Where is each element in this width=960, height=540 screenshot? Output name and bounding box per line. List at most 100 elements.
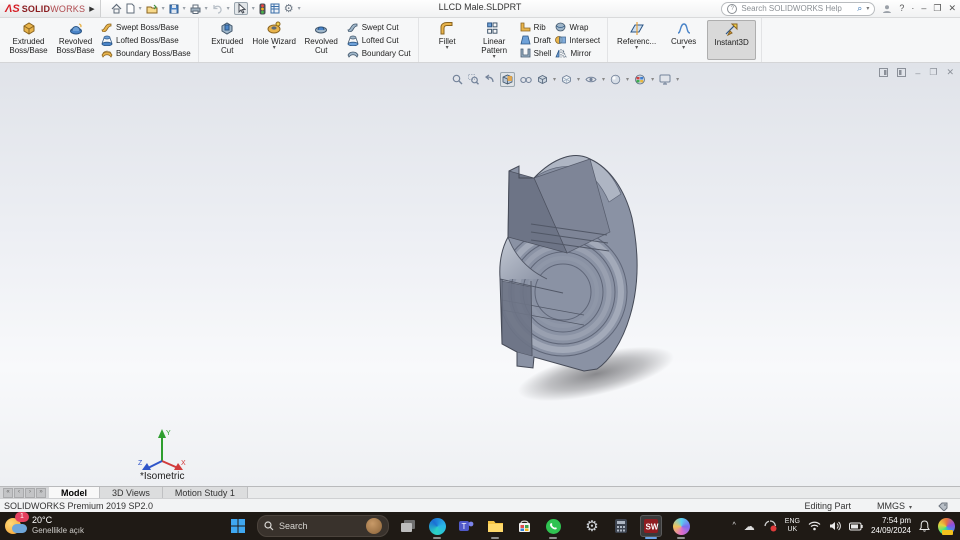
- edit-appearance-icon[interactable]: [610, 74, 621, 85]
- boundary-boss-base-button[interactable]: Boundary Boss/Base: [101, 48, 191, 58]
- tab-prev-button[interactable]: ‹: [14, 488, 24, 498]
- calculator-icon[interactable]: [611, 516, 631, 536]
- extruded-boss-base-button[interactable]: Extruded Boss/Base: [5, 20, 52, 60]
- tray-chevron-icon[interactable]: ^: [732, 522, 735, 530]
- graphics-viewport[interactable]: ▾ ▾ ▾ ▾ ▾ ▾ – ❐ ✕ Y X Z *Isometric: [0, 63, 960, 486]
- restore-button[interactable]: ❐: [933, 1, 941, 16]
- hide-show-items-icon[interactable]: [585, 75, 597, 84]
- weather-widget[interactable]: 1 20°C Genellikle açık: [5, 512, 84, 536]
- model-llcd-male[interactable]: [468, 140, 678, 410]
- task-view-icon[interactable]: [398, 516, 418, 536]
- reference-geometry-button[interactable]: Referenc... ▾: [613, 20, 660, 60]
- instant3d-button[interactable]: Instant3D: [707, 20, 757, 60]
- menu-flyout-arrow[interactable]: ▶: [89, 5, 94, 13]
- tab-first-button[interactable]: «: [3, 488, 13, 498]
- solidworks-icon[interactable]: SW: [640, 515, 662, 539]
- apply-scene-icon[interactable]: [634, 74, 646, 85]
- options-gear-icon[interactable]: ⚙: [284, 2, 294, 15]
- tab-last-button[interactable]: »: [36, 488, 46, 498]
- lofted-boss-base-button[interactable]: Lofted Boss/Base: [101, 35, 191, 46]
- curves-button[interactable]: Curves ▾: [660, 20, 707, 60]
- dropdown-caret[interactable]: ▾: [676, 76, 679, 83]
- tab-next-button[interactable]: ›: [25, 488, 35, 498]
- doc-restore-button[interactable]: ❐: [929, 67, 937, 78]
- dynamic-annotation-icon[interactable]: [520, 75, 532, 85]
- settings-icon[interactable]: ⚙: [582, 516, 602, 536]
- revolved-boss-base-button[interactable]: Revolved Boss/Base: [52, 20, 99, 60]
- zoom-fit-icon[interactable]: [452, 74, 463, 85]
- dropdown-caret[interactable]: ▾: [493, 54, 496, 60]
- fillet-button[interactable]: Fillet ▾: [424, 20, 471, 60]
- help-search-box[interactable]: ? Search SOLIDWORKS Help ⌕ ▾: [721, 1, 876, 16]
- solidworks-logo[interactable]: ΛS SOLID WORKS ▶: [0, 0, 101, 17]
- swept-boss-base-button[interactable]: Swept Boss/Base: [101, 22, 191, 32]
- dropdown-caret[interactable]: ▾: [626, 76, 629, 83]
- dropdown-caret[interactable]: ▾: [553, 76, 556, 83]
- whatsapp-icon[interactable]: [543, 516, 563, 539]
- previous-view-icon[interactable]: [484, 74, 495, 85]
- task-pane-icon[interactable]: [897, 68, 907, 77]
- lofted-cut-button[interactable]: Lofted Cut: [347, 35, 411, 46]
- start-icon[interactable]: [228, 516, 248, 536]
- rib-button[interactable]: Rib: [520, 22, 552, 32]
- taskbar-search-box[interactable]: Search: [257, 515, 389, 537]
- help-button[interactable]: ?: [899, 1, 904, 16]
- dropdown-caret[interactable]: ▾: [651, 76, 654, 83]
- minimize-button[interactable]: –: [921, 1, 926, 16]
- user-account-icon[interactable]: [882, 4, 892, 14]
- draft-button[interactable]: Draft: [520, 35, 552, 45]
- speaker-icon[interactable]: [829, 521, 841, 531]
- feature-pane-icon[interactable]: [879, 68, 889, 77]
- shell-button[interactable]: Shell: [520, 48, 551, 58]
- dropdown-caret[interactable]: ▾: [446, 45, 449, 51]
- swept-cut-button[interactable]: Swept Cut: [347, 22, 411, 32]
- extruded-cut-button[interactable]: Extruded Cut: [204, 20, 251, 60]
- teams-icon[interactable]: T: [456, 516, 476, 536]
- mirror-button[interactable]: Mirror: [555, 48, 600, 58]
- battery-icon[interactable]: [848, 522, 863, 531]
- select-cursor-icon[interactable]: [233, 2, 248, 15]
- edge-icon[interactable]: [427, 516, 447, 539]
- display-style-icon[interactable]: [561, 74, 572, 85]
- section-view-icon[interactable]: [500, 72, 515, 87]
- file-properties-icon[interactable]: [270, 3, 280, 14]
- more-options[interactable]: ·: [911, 1, 914, 16]
- intersect-button[interactable]: Intersect: [555, 35, 600, 45]
- store-icon[interactable]: [514, 516, 534, 536]
- home-icon[interactable]: [111, 3, 122, 14]
- view-orientation-icon[interactable]: [537, 74, 548, 85]
- widgets-icon[interactable]: [938, 517, 955, 535]
- file-explorer-icon[interactable]: [485, 516, 505, 539]
- doc-minimize-button[interactable]: –: [915, 68, 920, 78]
- copilot-icon[interactable]: [671, 516, 691, 539]
- save-icon[interactable]: [169, 4, 179, 14]
- clock[interactable]: 7:54 pm 24/09/2024: [871, 516, 911, 536]
- wrap-button[interactable]: Wrap: [555, 22, 600, 32]
- zoom-area-icon[interactable]: [468, 74, 479, 85]
- linear-pattern-button[interactable]: Linear Pattern ▾: [471, 20, 518, 60]
- print-icon[interactable]: [190, 4, 201, 14]
- custom-properties-tag-icon[interactable]: [938, 502, 948, 511]
- language-indicator[interactable]: ENG UK: [785, 518, 800, 535]
- revolved-cut-button[interactable]: Revolved Cut: [298, 20, 345, 60]
- search-icon[interactable]: ⌕: [857, 3, 862, 14]
- doc-close-button[interactable]: ✕: [946, 67, 954, 78]
- hole-wizard-button[interactable]: Hole Wizard ▾: [251, 20, 298, 60]
- units-selector[interactable]: MMGS ▾: [877, 501, 912, 511]
- boundary-cut-button[interactable]: Boundary Cut: [347, 48, 411, 58]
- view-settings-icon[interactable]: [659, 74, 671, 85]
- screen-record-icon[interactable]: [763, 520, 777, 532]
- onedrive-cloud-icon[interactable]: ☁: [744, 520, 755, 533]
- dropdown-caret[interactable]: ▾: [602, 76, 605, 83]
- dropdown-caret[interactable]: ▾: [273, 45, 276, 51]
- wifi-icon[interactable]: [808, 521, 821, 531]
- dropdown-caret[interactable]: ▾: [635, 45, 638, 51]
- search-caret-icon[interactable]: ▾: [866, 5, 869, 12]
- dropdown-caret[interactable]: ▾: [682, 45, 685, 51]
- open-file-icon[interactable]: [146, 4, 158, 14]
- close-button[interactable]: ✕: [948, 1, 956, 16]
- dropdown-caret[interactable]: ▾: [577, 76, 580, 83]
- notification-bell-icon[interactable]: [919, 520, 930, 532]
- undo-icon[interactable]: [212, 4, 223, 14]
- rebuild-icon[interactable]: [259, 3, 266, 15]
